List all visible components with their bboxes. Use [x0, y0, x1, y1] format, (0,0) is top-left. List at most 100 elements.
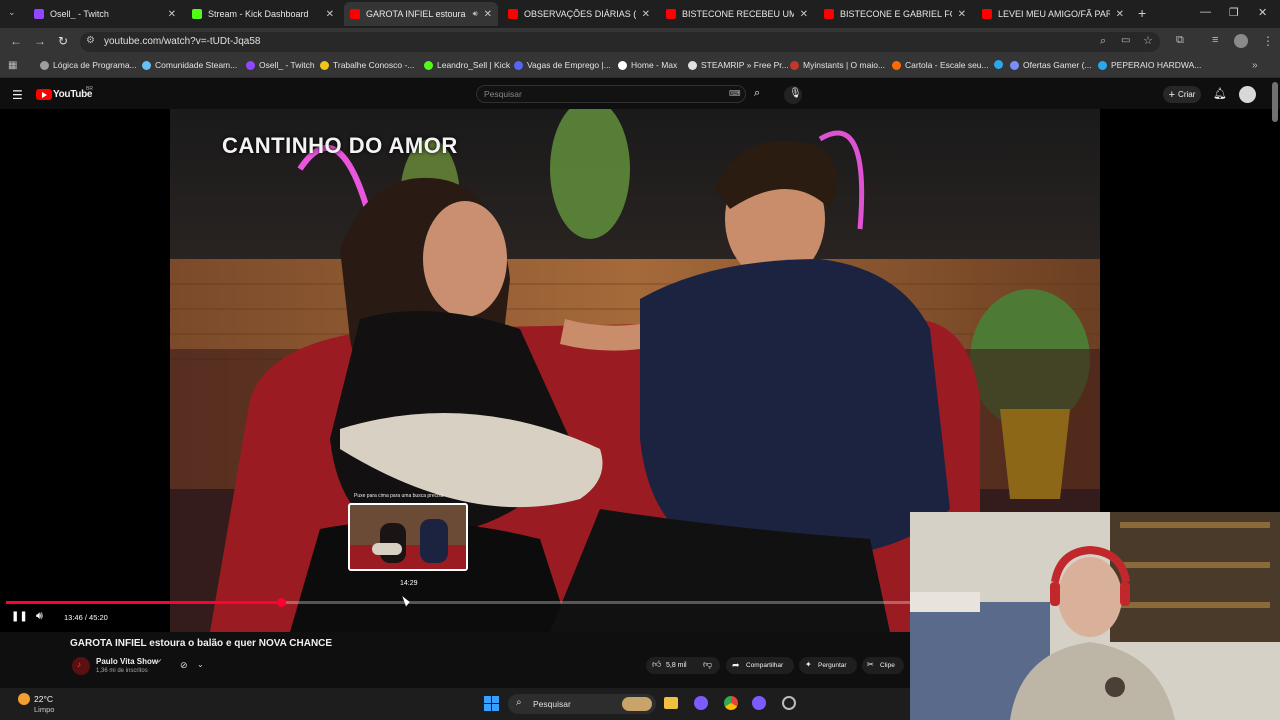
extensions-icon[interactable]: ⧉: [1176, 34, 1184, 47]
back-icon[interactable]: ←: [10, 34, 22, 48]
browser-tab[interactable]: Stream - Kick Dashboard ✕: [186, 3, 340, 25]
file-explorer-icon[interactable]: [664, 697, 678, 709]
apps-grid-icon[interactable]: ▦: [8, 60, 17, 71]
twitch-icon: [34, 9, 44, 19]
chevron-down-icon[interactable]: ⌄: [197, 660, 204, 669]
tab-audio-icon[interactable]: 🔊︎: [473, 9, 478, 19]
tab-close-icon[interactable]: ✕: [326, 9, 334, 20]
hamburger-menu-icon[interactable]: ☰: [12, 88, 23, 102]
forward-icon[interactable]: →: [34, 34, 46, 48]
volume-icon[interactable]: 🔊︎: [36, 610, 43, 623]
notifications-off-icon[interactable]: ⊘: [180, 660, 188, 671]
app-icon-1[interactable]: [694, 696, 708, 710]
weather-icon[interactable]: [18, 693, 30, 705]
app-icon-2[interactable]: [752, 696, 766, 710]
voice-search-button[interactable]: 🎙︎: [784, 86, 802, 104]
bookmark-favicon-icon: [892, 60, 901, 70]
search-highlight-image[interactable]: [622, 697, 652, 711]
bookmark-item[interactable]: Ofertas Gamer (...: [1010, 60, 1092, 70]
browser-tab[interactable]: LEVEI MEU AMIGO/FÃ PARA U ✕: [976, 3, 1130, 25]
search-icon[interactable]: ⌕: [754, 87, 760, 100]
channel-avatar[interactable]: ♪: [72, 657, 90, 675]
chrome-icon[interactable]: [724, 696, 738, 710]
bookmark-item[interactable]: Comunidade Steam...: [142, 60, 237, 70]
tab-close-icon[interactable]: ✕: [958, 9, 966, 20]
youtube-icon: [666, 9, 676, 19]
bookmark-item[interactable]: Osell_ - Twitch: [246, 60, 315, 70]
weather-temperature[interactable]: 22°C: [34, 694, 53, 704]
video-overlay-title: CANTINHO DO AMOR: [222, 133, 458, 158]
tab-close-icon[interactable]: ✕: [1116, 9, 1124, 20]
bookmark-item[interactable]: PEPERAIO HARDWA...: [1098, 60, 1201, 70]
bookmark-favicon-icon: [618, 60, 627, 70]
channel-name[interactable]: Paulo Vita Show: [96, 657, 158, 666]
bookmark-label: Home - Max: [631, 60, 678, 70]
bookmark-label: Leandro_Sell | Kick: [437, 60, 511, 70]
tab-close-icon[interactable]: ✕: [484, 9, 492, 20]
cast-icon[interactable]: ▭: [1121, 35, 1130, 46]
minimize-button[interactable]: —: [1200, 6, 1211, 18]
microphone-icon: 🎙︎: [789, 88, 802, 99]
keyboard-icon[interactable]: ⌨: [729, 89, 741, 98]
menu-dots-icon[interactable]: ⋮: [1262, 34, 1274, 48]
weather-description[interactable]: Limpo: [34, 705, 54, 714]
more-bookmarks-icon[interactable]: »: [1252, 60, 1258, 71]
progress-bar[interactable]: [6, 601, 910, 604]
notifications-bell-icon[interactable]: 🔔︎: [1213, 87, 1227, 100]
bookmark-favicon-icon: [40, 60, 49, 70]
tab-close-icon[interactable]: ✕: [800, 9, 808, 20]
dislike-icon[interactable]: 👎︎: [703, 659, 712, 670]
like-icon[interactable]: 👍︎: [652, 659, 661, 670]
tab-title: Osell_ - Twitch: [50, 9, 109, 19]
create-label: Criar: [1178, 90, 1196, 99]
maximize-button[interactable]: ❐: [1229, 6, 1239, 19]
new-tab-button[interactable]: +: [1138, 5, 1146, 21]
bookmark-star-icon[interactable]: ☆: [1143, 34, 1153, 47]
like-count[interactable]: 5,8 mil: [666, 662, 687, 669]
bookmark-label: Osell_ - Twitch: [259, 60, 315, 70]
tab-title: OBSERVAÇÕES DIÁRIAS (EP. 3: [524, 9, 636, 19]
close-window-button[interactable]: ✕: [1258, 6, 1267, 19]
youtube-icon: [982, 9, 992, 19]
tab-close-icon[interactable]: ✕: [168, 9, 176, 20]
video-title: GAROTA INFIEL estoura o balão e quer NOV…: [70, 638, 333, 649]
browser-tab[interactable]: BISTECONE E GABRIEL FORAM ✕: [818, 3, 972, 25]
page-scrollbar[interactable]: [1272, 82, 1278, 122]
youtube-logo-icon[interactable]: [36, 89, 52, 100]
browser-tab[interactable]: BISTECONE RECEBEU UM PRES ✕: [660, 3, 814, 25]
progress-scrubber[interactable]: [277, 598, 286, 607]
account-avatar[interactable]: [1239, 86, 1256, 103]
browser-tab[interactable]: Osell_ - Twitch ✕: [28, 3, 182, 25]
taskbar-search-icon: ⌕: [516, 697, 522, 708]
site-info-icon[interactable]: ⚙: [86, 35, 95, 46]
windows-start-icon[interactable]: [484, 696, 500, 712]
reload-icon[interactable]: ↻: [58, 34, 68, 48]
kick-icon: [192, 9, 202, 19]
bookmark-item[interactable]: Home - Max: [618, 60, 677, 70]
browser-tab[interactable]: GAROTA INFIEL estoura o b 🔊︎ ✕: [344, 2, 498, 26]
zoom-icon[interactable]: ⌕: [1100, 35, 1106, 48]
tab-close-icon[interactable]: ✕: [642, 9, 650, 20]
bookmark-item[interactable]: Cartola - Escale seu...: [892, 60, 989, 70]
bookmark-item[interactable]: Myinstants | O maio...: [790, 60, 885, 70]
bookmark-item[interactable]: Vagas de Emprego |...: [514, 60, 611, 70]
webcam-overlay: [910, 512, 1280, 720]
create-button[interactable]: + Criar: [1163, 86, 1201, 103]
tab-search-icon[interactable]: ⌄: [8, 7, 16, 18]
pause-icon[interactable]: ❚❚: [11, 611, 28, 622]
obs-icon[interactable]: [782, 696, 796, 710]
bookmark-item[interactable]: [994, 60, 1007, 69]
bookmark-item[interactable]: Trabalhe Conosco -...: [320, 60, 414, 70]
profile-avatar[interactable]: [1234, 34, 1248, 48]
bookmark-label: Comunidade Steam...: [155, 60, 238, 70]
media-control-icon[interactable]: ≡: [1212, 34, 1218, 46]
taskbar-search-label[interactable]: Pesquisar: [533, 699, 571, 709]
url-text[interactable]: youtube.com/watch?v=-tUDt-Jqa58: [104, 36, 260, 47]
search-input[interactable]: Pesquisar: [484, 89, 522, 99]
bookmark-item[interactable]: Lógica de Programa...: [40, 60, 137, 70]
scissors-icon: ✂: [867, 660, 874, 669]
bookmark-item[interactable]: Leandro_Sell | Kick: [424, 60, 510, 70]
bookmark-item[interactable]: STEAMRIP » Free Pr...: [688, 60, 789, 70]
tab-title: LEVEI MEU AMIGO/FÃ PARA U: [998, 9, 1110, 19]
browser-tab[interactable]: OBSERVAÇÕES DIÁRIAS (EP. 3 ✕: [502, 3, 656, 25]
